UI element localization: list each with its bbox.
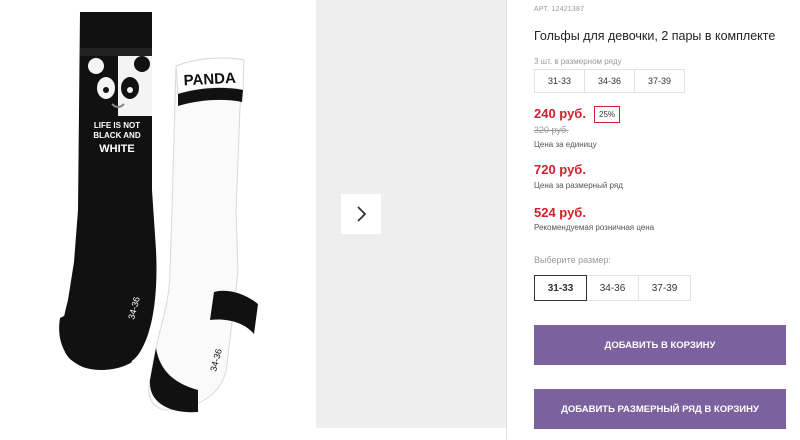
panda-ear-right [134,56,150,72]
row-size-34-36: 34-36 [584,69,635,93]
old-price: 320 руб. [534,125,569,135]
socks-image: LIFE IS NOTBLACK ANDWHITE 34-36 PANDA 34… [59,12,258,413]
row-price-note: Цена за размерный ряд [534,181,623,190]
sizes-per-row-hint: 3 шт. в размерном ряду [534,57,622,66]
size-selector: 31-33 34-36 37-39 [534,275,691,301]
recommended-price: 524 руб. [534,205,586,220]
left-sock-print: LIFE IS NOTBLACK AND WHITE [93,121,140,155]
choose-size-label: Выберите размер: [534,255,611,265]
discount-badge: 25% [594,106,621,123]
left-sock-print-line: WHITE [99,143,134,155]
row-size-31-33: 31-33 [534,69,585,93]
recommended-price-note: Рекомендуемая розничная цена [534,223,655,232]
unit-price: 240 руб. [534,106,586,121]
size-option-34-36[interactable]: 34-36 [586,275,639,301]
add-size-row-to-cart-button[interactable]: ДОБАВИТЬ РАЗМЕРНЫЙ РЯД В КОРЗИНУ [534,389,786,429]
next-image-panel [316,0,506,428]
product-title: Гольфы для девочки, 2 пары в комплекте [534,29,776,43]
chevron-right-icon [357,206,367,222]
left-sock-print-line: LIFE IS NOT [94,121,140,130]
panda-ear-left [88,58,104,74]
column-divider [506,0,507,440]
product-photo[interactable]: LIFE IS NOT BLACK AND WHITE 34-36 PANDA 34… [0,0,316,440]
next-image-button[interactable] [341,194,381,234]
product-info: АРТ. 12421387 Гольфы для девочки, 2 пары… [534,0,800,440]
left-sock-print-line: BLACK AND [93,131,140,140]
add-to-cart-button[interactable]: ДОБАВИТЬ В КОРЗИНУ [534,325,786,365]
white-sock [148,57,245,411]
row-price: 720 руб. [534,162,586,177]
row-size-37-39: 37-39 [634,69,685,93]
unit-price-note: Цена за единицу [534,140,597,149]
size-option-37-39[interactable]: 37-39 [638,275,691,301]
right-sock-print: PANDA [183,70,236,90]
article-number: АРТ. 12421387 [534,6,585,13]
product-gallery: LIFE IS NOT BLACK AND WHITE 34-36 PANDA 34… [0,0,506,440]
size-row-list: 31-33 34-36 37-39 [534,69,685,93]
size-option-31-33[interactable]: 31-33 [534,275,587,301]
